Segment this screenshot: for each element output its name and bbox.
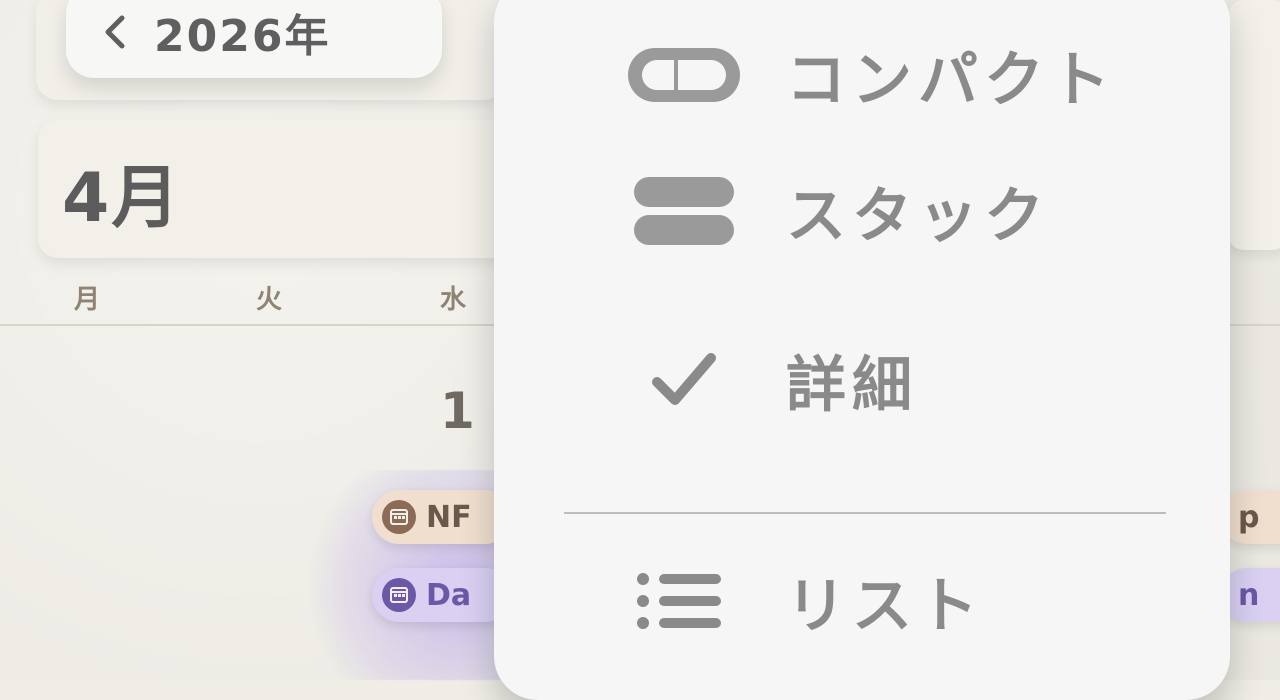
event-title: p: [1238, 499, 1260, 535]
menu-item-compact[interactable]: コンパクト: [494, 20, 1230, 130]
event-pill-da[interactable]: Da: [372, 568, 512, 622]
checkmark-icon: [624, 340, 744, 420]
weekday-monday: 月: [74, 285, 101, 315]
back-to-year-button[interactable]: 2026年: [66, 0, 442, 78]
chevron-left-icon: [96, 12, 136, 52]
day-number: 1: [440, 382, 475, 440]
compact-pill-icon: [624, 35, 744, 115]
menu-item-label: リスト: [786, 571, 984, 642]
right-header-underlay: [1228, 0, 1280, 250]
menu-item-detail[interactable]: 詳細: [494, 325, 1230, 435]
event-title: NF: [426, 499, 472, 535]
calendar-icon: [382, 500, 416, 534]
back-year-label: 2026年: [154, 11, 331, 62]
event-title: n: [1238, 577, 1260, 613]
calendar-icon: [382, 578, 416, 612]
event-pill-nf[interactable]: NF: [372, 490, 512, 544]
view-options-menu: コンパクト スタック 詳細 リスト: [494, 0, 1230, 700]
menu-item-stack[interactable]: スタック: [494, 156, 1230, 266]
menu-item-label: 詳細: [786, 350, 918, 421]
month-title: 4月: [62, 159, 182, 238]
menu-item-label: コンパクト: [786, 45, 1116, 116]
menu-item-label: スタック: [786, 181, 1050, 252]
weekday-tuesday: 火: [256, 285, 283, 315]
menu-item-list[interactable]: リスト: [494, 546, 1230, 656]
stack-bars-icon: [624, 171, 744, 251]
event-title: Da: [426, 577, 472, 613]
list-icon: [624, 561, 744, 641]
menu-divider: [564, 512, 1166, 514]
weekday-wednesday: 水: [440, 285, 467, 315]
